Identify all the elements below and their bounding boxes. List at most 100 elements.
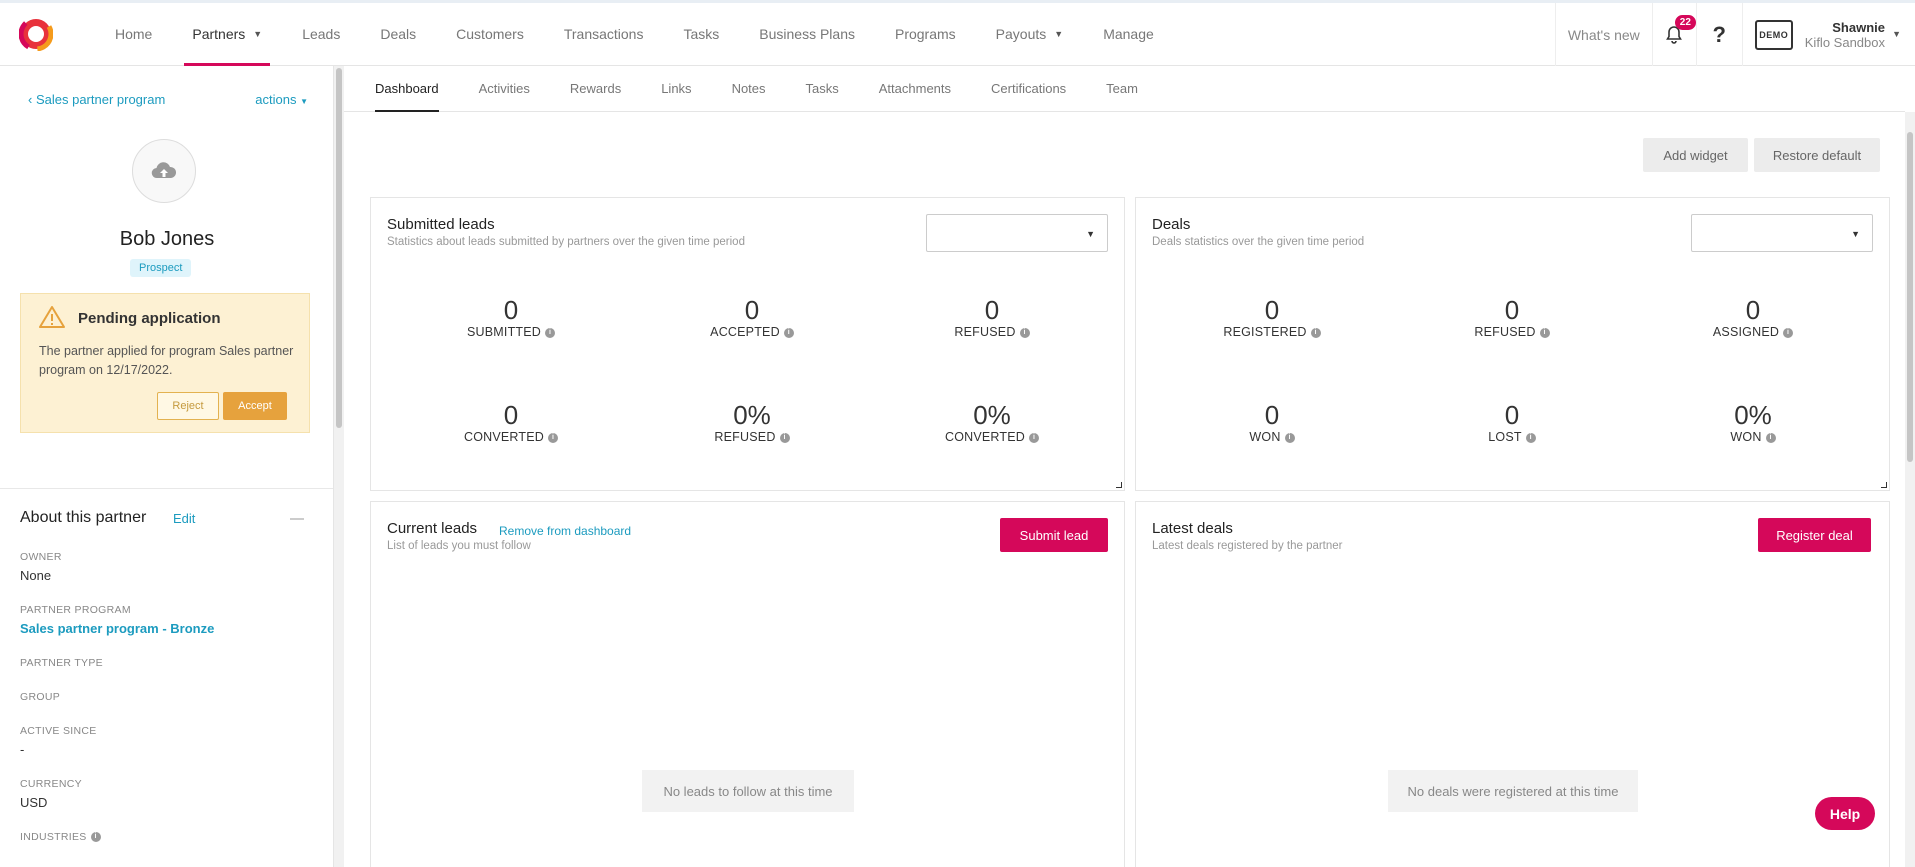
info-icon[interactable]: i (1284, 432, 1295, 443)
nav-home-label: Home (115, 26, 153, 42)
stat-label: REFUSED (954, 325, 1016, 339)
resize-handle-icon[interactable] (1881, 482, 1887, 488)
nav-deals-label: Deals (380, 26, 417, 42)
nav-leads-label: Leads (302, 26, 341, 42)
sidebar-scrollbar[interactable] (334, 66, 344, 867)
upload-avatar[interactable] (132, 139, 196, 203)
help-icon[interactable]: ? (1695, 3, 1742, 66)
stat-accepted: 0 ACCEPTED i (652, 296, 852, 339)
stat-assigned: 0 ASSIGNED i (1653, 296, 1853, 339)
warning-icon (39, 306, 65, 328)
partner-tabs: Dashboard Activities Rewards Links Notes… (344, 66, 1905, 112)
chevron-left-icon: ‹ (28, 92, 36, 107)
tab-links[interactable]: Links (641, 66, 711, 111)
info-icon[interactable]: i (90, 832, 101, 843)
stat-registered: 0 REGISTERED i (1172, 296, 1372, 339)
info-icon[interactable]: i (545, 327, 556, 338)
tab-dashboard[interactable]: Dashboard (375, 66, 459, 112)
info-icon[interactable]: i (1539, 327, 1550, 338)
nav-programs[interactable]: Programs (875, 3, 976, 65)
main-scroll-thumb[interactable] (1907, 132, 1913, 462)
user-org: Kiflo Sandbox (1804, 34, 1885, 50)
stat-value: 0 (1264, 400, 1280, 430)
nav-transactions[interactable]: Transactions (544, 3, 664, 65)
tab-activities[interactable]: Activities (459, 66, 550, 111)
nav-home[interactable]: Home (95, 3, 172, 65)
stat-won: 0 WON i (1172, 401, 1372, 444)
register-deal-button[interactable]: Register deal (1758, 518, 1871, 552)
edit-about-link[interactable]: Edit (173, 511, 195, 526)
stat-label: REFUSED (1474, 325, 1536, 339)
whats-new-link[interactable]: What's new (1554, 3, 1652, 66)
widget-subtitle: List of leads you must follow (387, 540, 531, 552)
back-to-program-link[interactable]: ‹ Sales partner program (28, 92, 165, 107)
info-icon[interactable]: i (1783, 327, 1794, 338)
nav-leads[interactable]: Leads (282, 3, 360, 65)
notifications-button[interactable]: 22 (1651, 3, 1696, 66)
stat-label: REGISTERED (1223, 325, 1307, 339)
chevron-down-icon: ▼ (253, 29, 263, 39)
tab-rewards[interactable]: Rewards (550, 66, 641, 111)
widget-title: Current leads (387, 520, 478, 537)
divider (0, 488, 333, 489)
app-logo[interactable] (19, 17, 53, 51)
tab-notes[interactable]: Notes (712, 66, 786, 111)
stat-label: WON (1249, 430, 1281, 444)
collapse-icon[interactable] (290, 518, 304, 520)
sidebar-scroll-thumb[interactable] (336, 68, 342, 428)
stat-label: ASSIGNED (1712, 325, 1780, 339)
info-icon[interactable]: i (1765, 432, 1776, 443)
chevron-down-icon: ▼ (1892, 29, 1901, 39)
info-icon[interactable]: i (783, 327, 794, 338)
stat-value: 0% (973, 400, 1011, 430)
stat-label: SUBMITTED (466, 325, 542, 339)
info-icon[interactable]: i (1310, 327, 1321, 338)
tab-tasks[interactable]: Tasks (786, 66, 859, 111)
chevron-down-icon: ▼ (1054, 29, 1064, 39)
actions-label: actions (255, 92, 297, 107)
remove-from-dashboard-link[interactable]: Remove from dashboard (499, 524, 631, 538)
help-button[interactable]: Help (1815, 797, 1875, 830)
user-menu[interactable]: DEMO Shawnie Kiflo Sandbox ▼ (1741, 3, 1915, 66)
submit-lead-button[interactable]: Submit lead (1000, 518, 1108, 552)
stat-label: ACCEPTED (710, 325, 780, 339)
stat-refused: 0 REFUSED i (1412, 296, 1612, 339)
info-icon[interactable]: i (1019, 327, 1030, 338)
actions-dropdown[interactable]: actions ▼ (255, 92, 308, 107)
nav-payouts-label: Payouts (995, 26, 1047, 42)
main-scrollbar[interactable] (1905, 112, 1915, 867)
add-widget-button[interactable]: Add widget (1643, 138, 1748, 172)
stat-value: 0 (1264, 295, 1280, 325)
nav-partners[interactable]: Partners ▼ (172, 3, 282, 66)
stat-value: 0 (984, 295, 1000, 325)
partner-program-link[interactable]: Sales partner program - Bronze (20, 621, 214, 636)
resize-handle-icon[interactable] (1116, 482, 1122, 488)
period-select[interactable]: ▼ (1691, 214, 1873, 252)
nav-deals[interactable]: Deals (360, 3, 436, 65)
partner-type-label: PARTNER TYPE (20, 657, 103, 669)
reject-button[interactable]: Reject (157, 392, 219, 420)
status-badge: Prospect (130, 259, 192, 277)
nav-payouts[interactable]: Payouts ▼ (976, 3, 1084, 65)
stat-label: WON (1730, 430, 1762, 444)
empty-state-message: No leads to follow at this time (642, 770, 854, 812)
accept-button[interactable]: Accept (223, 392, 287, 420)
info-icon[interactable]: i (1525, 432, 1536, 443)
nav-customers[interactable]: Customers (436, 3, 544, 65)
partner-sidebar: ‹ Sales partner program actions ▼ Bob Jo… (0, 66, 334, 867)
cloud-upload-icon (151, 162, 177, 179)
nav-business-plans[interactable]: Business Plans (739, 3, 875, 65)
stat-value: 0 (1745, 295, 1761, 325)
period-select[interactable]: ▼ (926, 214, 1108, 252)
nav-tasks[interactable]: Tasks (663, 3, 739, 65)
widget-subtitle: Deals statistics over the given time per… (1152, 236, 1365, 248)
info-icon[interactable]: i (548, 432, 559, 443)
tab-certifications[interactable]: Certifications (971, 66, 1086, 111)
nav-manage[interactable]: Manage (1083, 3, 1174, 65)
tab-team[interactable]: Team (1086, 66, 1158, 111)
caret-down-icon: ▼ (1851, 229, 1860, 239)
info-icon[interactable]: i (1029, 432, 1040, 443)
tab-attachments[interactable]: Attachments (859, 66, 971, 111)
restore-default-button[interactable]: Restore default (1754, 138, 1880, 172)
info-icon[interactable]: i (779, 432, 790, 443)
